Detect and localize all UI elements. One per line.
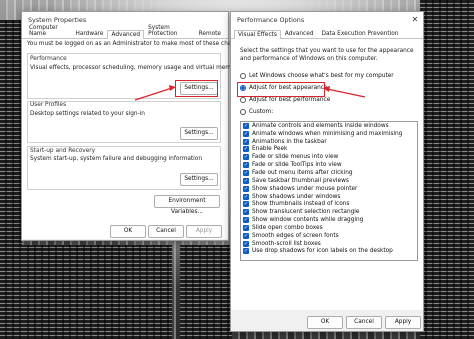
annotation-arrow-right [323, 86, 366, 98]
